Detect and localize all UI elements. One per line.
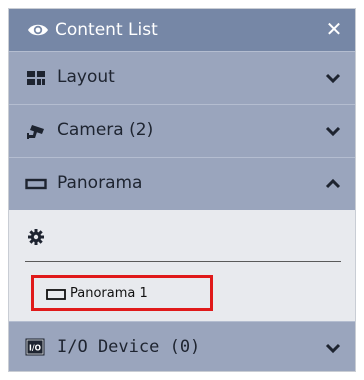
svg-text:I/O: I/O <box>29 344 41 353</box>
chevron-up-icon[interactable] <box>325 176 341 192</box>
section-panorama-label: Panorama <box>57 173 143 193</box>
section-io-device[interactable]: I/O I/O Device (0) <box>9 321 355 371</box>
chevron-down-icon[interactable] <box>325 70 341 86</box>
panorama-icon <box>46 289 66 300</box>
section-camera-label: Camera (2) <box>57 120 154 140</box>
list-item-panorama-1[interactable]: Panorama 1 <box>31 275 213 311</box>
gear-icon[interactable] <box>28 229 44 245</box>
content-list-panel: Content List ✕ Layout Camera (2) Panoram… <box>8 8 356 372</box>
panel-title: Content List <box>55 20 158 40</box>
section-camera[interactable]: Camera (2) <box>9 104 355 157</box>
panorama-icon <box>25 178 47 190</box>
section-panorama[interactable]: Panorama <box>9 157 355 210</box>
section-layout-label: Layout <box>57 67 115 87</box>
section-layout[interactable]: Layout <box>9 51 355 104</box>
chevron-down-icon[interactable] <box>325 123 341 139</box>
io-device-icon: I/O <box>25 338 45 356</box>
panorama-list: Panorama 1 <box>9 211 355 321</box>
list-divider <box>25 261 341 262</box>
layout-grid-icon <box>27 71 45 85</box>
list-item-label: Panorama 1 <box>70 286 148 301</box>
eye-icon <box>28 24 48 36</box>
close-icon[interactable]: ✕ <box>323 17 345 41</box>
section-io-device-label: I/O Device (0) <box>57 337 201 357</box>
panel-titlebar: Content List ✕ <box>9 9 355 51</box>
camera-icon <box>27 125 44 139</box>
chevron-down-icon[interactable] <box>325 340 341 356</box>
